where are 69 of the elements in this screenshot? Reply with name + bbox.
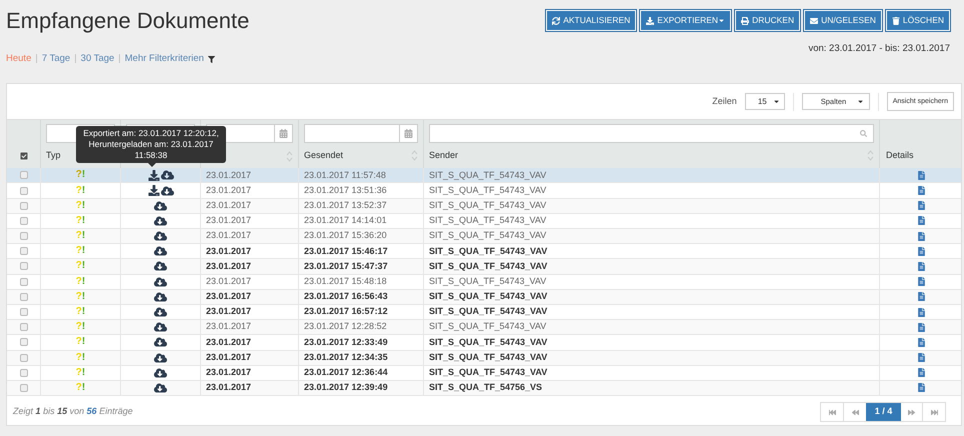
received-date: 23.01.2017 bbox=[206, 244, 252, 258]
sent-datetime: 23.01.2017 12:33:49 bbox=[304, 336, 388, 349]
received-date: 23.01.2017 bbox=[206, 168, 252, 182]
sent-datetime: 23.01.2017 12:28:52 bbox=[304, 320, 387, 334]
sender-name: SIT_S_QUA_TF_54743_VAV bbox=[429, 366, 548, 380]
sender-name: SIT_S_QUA_TF_54743_VAV bbox=[429, 214, 546, 228]
column-header: Details bbox=[886, 148, 914, 162]
sender-name: SIT_S_QUA_TF_54743_VAV bbox=[429, 260, 548, 273]
type-mark: ?! bbox=[76, 200, 86, 211]
sent-datetime: 23.01.2017 11:57:48 bbox=[304, 168, 386, 182]
page-title: Empfangene Dokumente bbox=[6, 8, 250, 34]
type-mark: ?! bbox=[76, 307, 86, 318]
type-mark: ?! bbox=[76, 186, 86, 196]
sender-name: SIT_S_QUA_TF_54743_VAV bbox=[429, 305, 548, 318]
sender-name: SIT_S_QUA_TF_54743_VAV bbox=[429, 274, 546, 288]
received-date: 23.01.2017 bbox=[206, 366, 252, 380]
received-date: 23.01.2017 bbox=[206, 260, 252, 273]
received-date: 23.01.2017 bbox=[206, 320, 252, 334]
sent-datetime: 23.01.2017 15:48:18 bbox=[304, 274, 387, 288]
sender-name: SIT_S_QUA_TF_54756_VS bbox=[429, 381, 542, 394]
separator: | bbox=[35, 52, 38, 66]
received-date: 23.01.2017 bbox=[206, 184, 252, 197]
sent-datetime: 23.01.2017 15:46:17 bbox=[304, 244, 388, 258]
type-mark: ?! bbox=[76, 231, 86, 242]
sender-name: SIT_S_QUA_TF_54743_VAV bbox=[429, 168, 546, 182]
sent-datetime: 23.01.2017 14:14:01 bbox=[304, 214, 387, 228]
sent-datetime: 23.01.2017 16:57:12 bbox=[304, 305, 388, 318]
sender-name: SIT_S_QUA_TF_54743_VAV bbox=[429, 184, 546, 197]
type-mark: ?! bbox=[76, 322, 86, 332]
sender-name: SIT_S_QUA_TF_54743_VAV bbox=[429, 229, 546, 242]
sent-datetime: 23.01.2017 15:36:20 bbox=[304, 229, 387, 242]
sent-datetime: 23.01.2017 12:36:44 bbox=[304, 366, 388, 380]
type-mark: ?! bbox=[76, 337, 86, 348]
date-range: von: 23.01.2017 - bis: 23.01.2017 bbox=[808, 42, 951, 56]
received-date: 23.01.2017 bbox=[206, 274, 252, 288]
type-mark: ?! bbox=[76, 276, 86, 287]
sender-name: SIT_S_QUA_TF_54743_VAV bbox=[429, 198, 546, 212]
sender-name: SIT_S_QUA_TF_54743_VAV bbox=[429, 290, 548, 304]
type-mark: ?! bbox=[76, 368, 86, 378]
entries-info: Zeigt 1 bis 15 von 56 Einträge bbox=[13, 405, 133, 418]
sent-datetime: 23.01.2017 13:52:37 bbox=[304, 198, 387, 212]
sent-datetime: 23.01.2017 13:51:36 bbox=[304, 184, 387, 197]
received-date: 23.01.2017 bbox=[206, 336, 252, 349]
received-date: 23.01.2017 bbox=[206, 305, 252, 318]
sender-name: SIT_S_QUA_TF_54743_VAV bbox=[429, 350, 548, 364]
received-date: 23.01.2017 bbox=[206, 350, 252, 364]
type-mark: ?! bbox=[76, 352, 86, 363]
type-mark: ?! bbox=[76, 170, 86, 180]
sender-name: SIT_S_QUA_TF_54743_VAV bbox=[429, 244, 548, 258]
received-date: 23.01.2017 bbox=[206, 214, 252, 228]
type-mark: ?! bbox=[76, 261, 86, 272]
separator: | bbox=[118, 52, 121, 66]
sent-datetime: 23.01.2017 12:39:49 bbox=[304, 381, 388, 394]
separator: | bbox=[74, 52, 77, 66]
sender-name: SIT_S_QUA_TF_54743_VAV bbox=[429, 336, 548, 349]
received-date: 23.01.2017 bbox=[206, 198, 252, 212]
received-date: 23.01.2017 bbox=[206, 381, 252, 394]
sent-datetime: 23.01.2017 12:34:35 bbox=[304, 350, 388, 364]
received-date: 23.01.2017 bbox=[206, 229, 252, 242]
sent-datetime: 23.01.2017 15:47:37 bbox=[304, 260, 388, 273]
current-page: 1 / 4 bbox=[866, 403, 901, 422]
type-mark: ?! bbox=[76, 382, 86, 393]
type-mark: ?! bbox=[76, 246, 86, 256]
rows-label: Zeilen bbox=[712, 95, 737, 108]
received-date: 23.01.2017 bbox=[206, 290, 252, 304]
type-mark: ?! bbox=[76, 292, 86, 302]
sender-name: SIT_S_QUA_TF_54743_VAV bbox=[429, 320, 546, 334]
sent-datetime: 23.01.2017 16:56:43 bbox=[304, 290, 388, 304]
type-mark: ?! bbox=[76, 216, 86, 226]
